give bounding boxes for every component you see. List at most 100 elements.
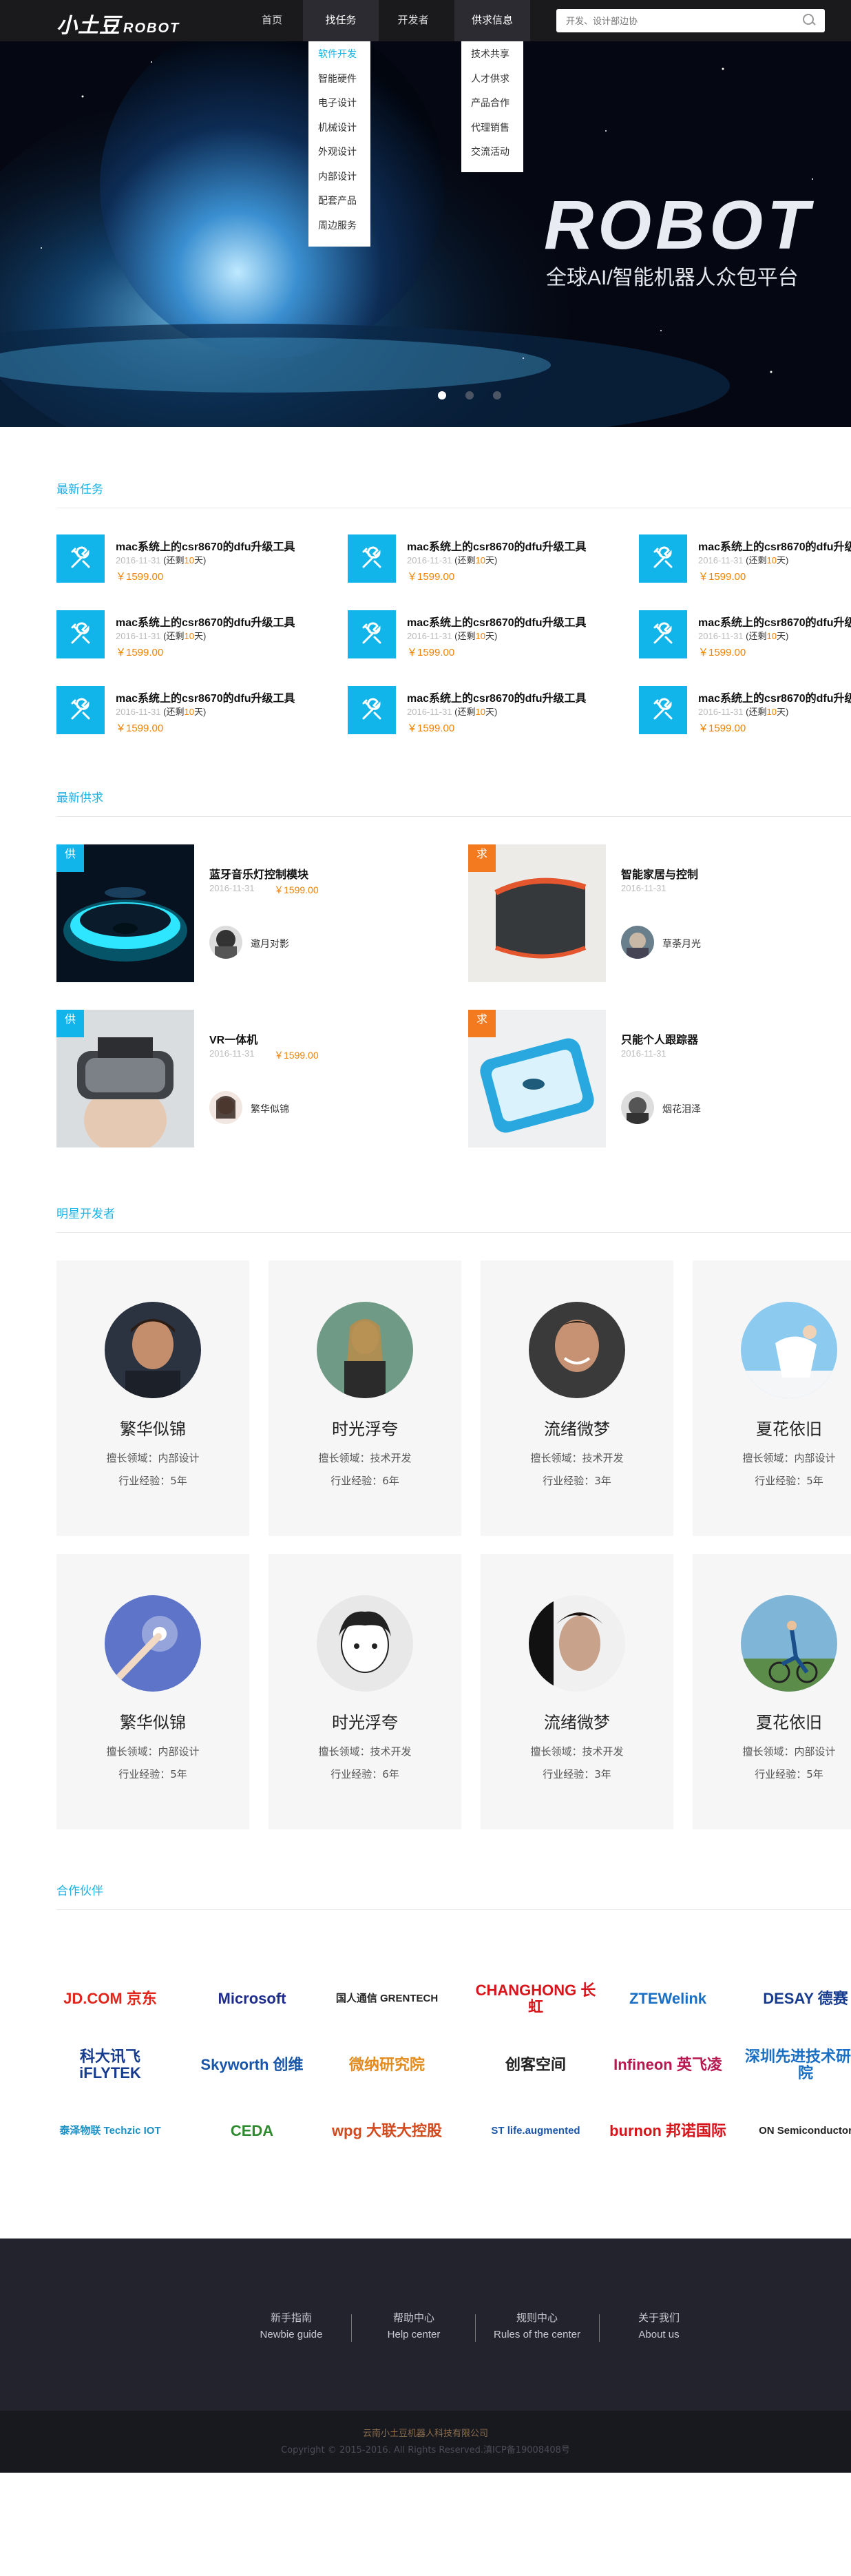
task-title[interactable]: mac系统上的csr8670的dfu升级工具 bbox=[116, 537, 295, 554]
carousel-dot-3[interactable] bbox=[493, 391, 501, 399]
menu-item-appearance[interactable]: 外观设计 bbox=[308, 145, 370, 169]
user-avatar[interactable] bbox=[621, 1091, 654, 1124]
carousel-dot-1[interactable] bbox=[438, 391, 446, 399]
task-title[interactable]: mac系统上的csr8670的dfu升级工具 bbox=[407, 689, 587, 705]
developer-name[interactable]: 夏花依旧 bbox=[693, 1709, 851, 1733]
menu-item-events[interactable]: 交流活动 bbox=[461, 145, 523, 169]
task-card[interactable]: mac系统上的csr8670的dfu升级工具2016-11-31 (还剩10天)… bbox=[639, 534, 851, 590]
footer-link-about[interactable]: 关于我们 About us bbox=[597, 2310, 721, 2343]
task-title[interactable]: mac系统上的csr8670的dfu升级工具 bbox=[698, 689, 851, 705]
user-avatar[interactable] bbox=[209, 1091, 242, 1124]
task-card[interactable]: mac系统上的csr8670的dfu升级工具2016-11-31 (还剩10天)… bbox=[639, 610, 851, 665]
partner-logo[interactable]: CHANGHONG 长虹 bbox=[474, 1977, 598, 2021]
developer-avatar[interactable] bbox=[741, 1595, 837, 1692]
partner-logo[interactable]: 科大讯飞 iFLYTEK bbox=[48, 2043, 172, 2087]
partner-logo[interactable]: Infineon 英飞凌 bbox=[606, 2043, 730, 2087]
footer-link-newbie[interactable]: 新手指南 Newbie guide bbox=[229, 2310, 353, 2343]
task-title[interactable]: mac系统上的csr8670的dfu升级工具 bbox=[407, 537, 587, 554]
supply-title[interactable]: 智能家居与控制 bbox=[621, 865, 698, 882]
site-logo[interactable]: 小土豆 ROBOT bbox=[56, 8, 180, 39]
menu-item-interior[interactable]: 内部设计 bbox=[308, 169, 370, 194]
developer-name[interactable]: 夏花依旧 bbox=[693, 1415, 851, 1440]
menu-item-cooperation[interactable]: 产品合作 bbox=[461, 96, 523, 121]
user-avatar[interactable] bbox=[209, 926, 242, 959]
developer-avatar[interactable] bbox=[105, 1302, 201, 1398]
task-card[interactable]: mac系统上的csr8670的dfu升级工具2016-11-31 (还剩10天)… bbox=[56, 686, 346, 741]
developer-name[interactable]: 流绪微梦 bbox=[481, 1415, 673, 1440]
footer-link-rules[interactable]: 规则中心 Rules of the center bbox=[475, 2310, 599, 2343]
developer-card[interactable]: 繁华似锦 擅长领域：内部设计 行业经验：5年 bbox=[56, 1260, 249, 1536]
task-card[interactable]: mac系统上的csr8670的dfu升级工具2016-11-31 (还剩10天)… bbox=[56, 534, 346, 590]
task-card[interactable]: mac系统上的csr8670的dfu升级工具2016-11-31 (还剩10天)… bbox=[639, 686, 851, 741]
partner-logo[interactable]: ST life.augmented bbox=[474, 2109, 598, 2153]
menu-item-tech-share[interactable]: 技术共享 bbox=[461, 47, 523, 72]
menu-item-software[interactable]: 软件开发 bbox=[308, 47, 370, 72]
nav-find-task[interactable]: 找任务 bbox=[303, 0, 379, 41]
task-title[interactable]: mac系统上的csr8670的dfu升级工具 bbox=[116, 613, 295, 630]
menu-item-services[interactable]: 周边服务 bbox=[308, 218, 370, 243]
task-card[interactable]: mac系统上的csr8670的dfu升级工具2016-11-31 (还剩10天)… bbox=[348, 534, 637, 590]
menu-item-electronic[interactable]: 电子设计 bbox=[308, 96, 370, 121]
supply-title[interactable]: 蓝牙音乐灯控制模块 bbox=[209, 865, 308, 882]
task-card[interactable]: mac系统上的csr8670的dfu升级工具2016-11-31 (还剩10天)… bbox=[56, 610, 346, 665]
supply-card[interactable]: 求 只能个人跟踪器 2016-11-31 烟花泪泽 bbox=[468, 1010, 826, 1147]
developer-card[interactable]: 时光浮夸 擅长领域：技术开发 行业经验：6年 bbox=[269, 1260, 461, 1536]
developer-card[interactable]: 时光浮夸 擅长领域：技术开发 行业经验：6年 bbox=[269, 1554, 461, 1829]
search-icon[interactable] bbox=[803, 14, 814, 25]
menu-item-hardware[interactable]: 智能硬件 bbox=[308, 72, 370, 96]
developer-card[interactable]: 繁华似锦 擅长领域：内部设计 行业经验：5年 bbox=[56, 1554, 249, 1829]
partner-logo[interactable]: JD.COM 京东 bbox=[48, 1977, 172, 2021]
task-title[interactable]: mac系统上的csr8670的dfu升级工具 bbox=[698, 537, 851, 554]
user-name[interactable]: 草荼月光 bbox=[662, 937, 701, 951]
nav-developers[interactable]: 开发者 bbox=[375, 0, 451, 41]
user-name[interactable]: 繁华似锦 bbox=[251, 1102, 289, 1116]
nav-home[interactable]: 首页 bbox=[234, 0, 310, 41]
partner-logo[interactable]: Skyworth 创维 bbox=[190, 2043, 314, 2087]
partner-logo[interactable]: 创客空间 bbox=[474, 2043, 598, 2087]
carousel-dot-2[interactable] bbox=[465, 391, 474, 399]
developer-card[interactable]: 流绪微梦 擅长领域：技术开发 行业经验：3年 bbox=[481, 1554, 673, 1829]
developer-name[interactable]: 繁华似锦 bbox=[56, 1709, 249, 1733]
menu-item-agency[interactable]: 代理销售 bbox=[461, 121, 523, 145]
developer-avatar[interactable] bbox=[529, 1595, 625, 1692]
developer-name[interactable]: 流绪微梦 bbox=[481, 1709, 673, 1733]
footer-link-help[interactable]: 帮助中心 Help center bbox=[352, 2310, 476, 2343]
partner-logo[interactable]: DESAY 德赛 bbox=[744, 1977, 851, 2021]
partner-logo[interactable]: burnon 邦诺国际 bbox=[606, 2109, 730, 2153]
supply-card[interactable]: 供 蓝牙音乐灯控制模块 2016-11-31 ￥1599.00 邀月对影 bbox=[56, 844, 414, 982]
partner-logo[interactable]: ON Semiconductor bbox=[744, 2109, 851, 2153]
supply-title[interactable]: 只能个人跟踪器 bbox=[621, 1030, 698, 1047]
supply-title[interactable]: VR一体机 bbox=[209, 1030, 258, 1047]
partner-logo[interactable]: ZTEWelink bbox=[606, 1977, 730, 2021]
user-name[interactable]: 邀月对影 bbox=[251, 937, 289, 951]
developer-name[interactable]: 时光浮夸 bbox=[269, 1415, 461, 1440]
developer-avatar[interactable] bbox=[529, 1302, 625, 1398]
developer-avatar[interactable] bbox=[317, 1595, 413, 1692]
developer-avatar[interactable] bbox=[317, 1302, 413, 1398]
task-card[interactable]: mac系统上的csr8670的dfu升级工具2016-11-31 (还剩10天)… bbox=[348, 610, 637, 665]
user-name[interactable]: 烟花泪泽 bbox=[662, 1102, 701, 1116]
menu-item-mechanical[interactable]: 机械设计 bbox=[308, 121, 370, 145]
task-card[interactable]: mac系统上的csr8670的dfu升级工具2016-11-31 (还剩10天)… bbox=[348, 686, 637, 741]
partner-logo[interactable]: 微纳研究院 bbox=[325, 2043, 449, 2087]
developer-name[interactable]: 繁华似锦 bbox=[56, 1415, 249, 1440]
nav-supply-info[interactable]: 供求信息 bbox=[454, 0, 530, 41]
menu-item-products[interactable]: 配套产品 bbox=[308, 194, 370, 218]
supply-card[interactable]: 供 VR一体机 2016-11-31 ￥1599.00 繁华似锦 bbox=[56, 1010, 414, 1147]
partner-logo[interactable]: CEDA bbox=[190, 2109, 314, 2153]
supply-card[interactable]: 求 智能家居与控制 2016-11-31 草荼月光 bbox=[468, 844, 826, 982]
partner-logo[interactable]: Microsoft bbox=[190, 1977, 314, 2021]
task-title[interactable]: mac系统上的csr8670的dfu升级工具 bbox=[116, 689, 295, 705]
search-input[interactable] bbox=[556, 9, 825, 32]
partner-logo[interactable]: wpg 大联大控股 bbox=[325, 2109, 449, 2153]
developer-card[interactable]: 流绪微梦 擅长领域：技术开发 行业经验：3年 bbox=[481, 1260, 673, 1536]
partner-logo[interactable]: 深圳先进技术研究院 bbox=[744, 2043, 851, 2087]
developer-avatar[interactable] bbox=[105, 1595, 201, 1692]
developer-card[interactable]: 夏花依旧 擅长领域：内部设计 行业经验：5年 bbox=[693, 1554, 851, 1829]
developer-name[interactable]: 时光浮夸 bbox=[269, 1709, 461, 1733]
task-title[interactable]: mac系统上的csr8670的dfu升级工具 bbox=[407, 613, 587, 630]
menu-item-talent[interactable]: 人才供求 bbox=[461, 72, 523, 96]
partner-logo[interactable]: 国人通信 GRENTECH bbox=[325, 1977, 449, 2021]
user-avatar[interactable] bbox=[621, 926, 654, 959]
partner-logo[interactable]: 泰泽物联 Techzic IOT bbox=[48, 2109, 172, 2153]
